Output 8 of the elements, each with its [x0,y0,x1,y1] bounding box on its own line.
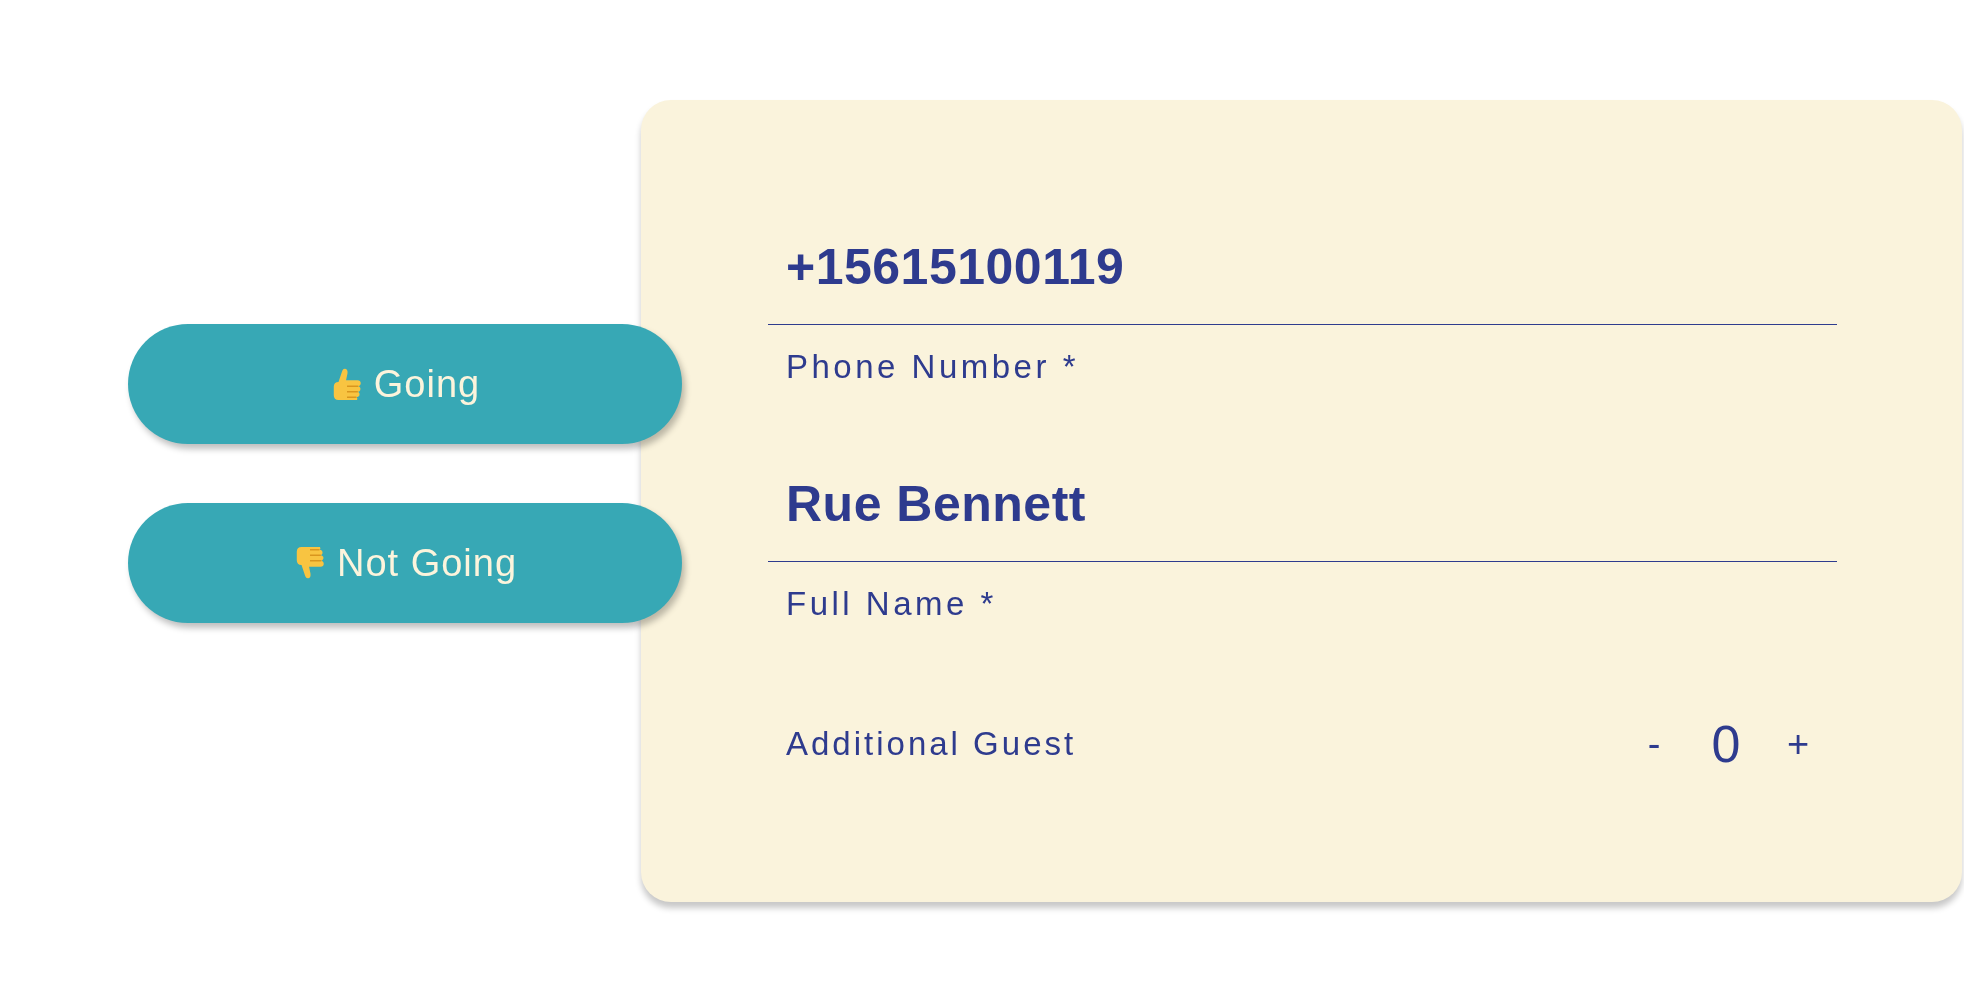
field-label: Full Name * [785,584,997,624]
decrement-button[interactable]: - [1632,719,1676,769]
guest-count: 0 [1710,714,1742,774]
increment-button[interactable]: + [1776,719,1820,769]
guest-label: Additional Guest [786,724,1077,764]
text-field[interactable]: Rue Bennett [768,474,1837,562]
field-label: Phone Number * [785,347,1079,387]
text-field[interactable]: +15615100119 [768,237,1837,325]
